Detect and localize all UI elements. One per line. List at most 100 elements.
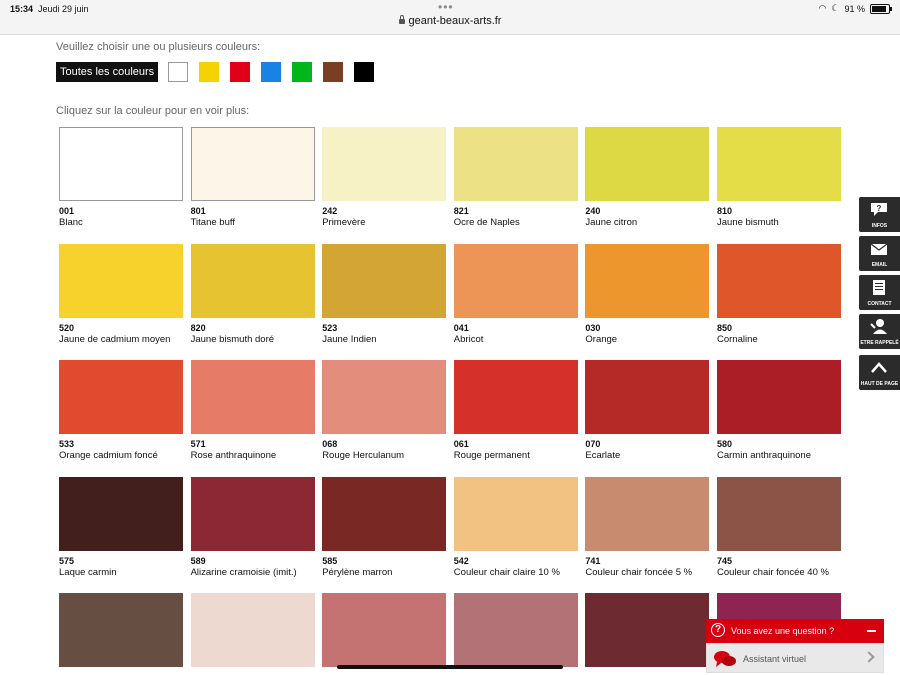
color-swatch-card[interactable] bbox=[585, 593, 710, 672]
color-swatch-card[interactable]: 580 Carmin anthraquinone bbox=[717, 360, 841, 462]
blue-filter-button[interactable] bbox=[261, 62, 282, 82]
swatch-color[interactable] bbox=[322, 360, 447, 435]
swatch-color[interactable] bbox=[322, 476, 447, 551]
color-swatch-card[interactable] bbox=[59, 593, 183, 672]
swatch-color[interactable] bbox=[190, 360, 315, 435]
swatch-color[interactable] bbox=[59, 360, 183, 435]
color-swatch-card[interactable]: 589 Alizarine cramoisie (imit.) bbox=[190, 476, 315, 579]
color-swatch-card[interactable] bbox=[322, 593, 447, 672]
swatch-color[interactable] bbox=[453, 127, 578, 201]
swatch-color[interactable] bbox=[322, 593, 447, 668]
color-swatch-card[interactable] bbox=[190, 593, 315, 672]
swatch-color[interactable] bbox=[190, 127, 315, 201]
swatch-name: Jaune bismuth bbox=[717, 217, 779, 228]
all-colors-button[interactable]: Toutes les couleurs bbox=[56, 62, 159, 82]
color-swatch-card[interactable]: 533 Orange cadmium foncé bbox=[59, 360, 183, 462]
date: Jeudi 29 juin bbox=[38, 4, 89, 14]
status-icons: ◠ ☾ 91 % bbox=[819, 3, 892, 14]
color-swatch-card[interactable]: 030 Orange bbox=[585, 243, 710, 346]
top-button[interactable]: HAUT DE PAGE bbox=[859, 355, 900, 390]
swatch-code: 820 bbox=[190, 322, 206, 333]
document-icon bbox=[869, 279, 889, 296]
swatch-name: Orange cadmium foncé bbox=[59, 450, 158, 462]
swatch-color[interactable] bbox=[585, 476, 710, 551]
lock-icon bbox=[398, 15, 405, 24]
swatch-color[interactable] bbox=[585, 593, 710, 668]
swatch-name: Alizarine cramoisie (imit.) bbox=[190, 566, 297, 578]
swatch-code: 533 bbox=[59, 439, 75, 450]
color-swatch-card[interactable]: 820 Jaune bismuth doré bbox=[190, 243, 315, 346]
swatch-name: Cornaline bbox=[717, 333, 758, 345]
green-filter-button[interactable] bbox=[292, 62, 313, 82]
swatch-color[interactable] bbox=[717, 360, 841, 435]
color-swatch-card[interactable]: 850 Cornaline bbox=[717, 243, 841, 346]
swatch-color[interactable] bbox=[717, 243, 841, 318]
swatch-color[interactable] bbox=[322, 127, 447, 201]
white-filter-button[interactable] bbox=[168, 62, 189, 82]
color-swatch-card[interactable]: 810 Jaune bismuth bbox=[717, 127, 841, 229]
swatch-code: 240 bbox=[585, 206, 601, 216]
swatch-name: Carmin anthraquinone bbox=[717, 450, 812, 462]
swatch-color[interactable] bbox=[59, 243, 183, 318]
color-swatch-card[interactable]: 741 Couleur chair foncée 5 % bbox=[585, 476, 710, 579]
swatch-code: 745 bbox=[717, 555, 733, 566]
color-swatch-card[interactable]: 242 Primevère bbox=[322, 127, 447, 229]
black-filter-button[interactable] bbox=[354, 62, 375, 82]
minimize-icon[interactable] bbox=[867, 630, 876, 632]
swatch-color[interactable] bbox=[453, 360, 578, 435]
swatch-color[interactable] bbox=[717, 476, 841, 551]
swatch-color[interactable] bbox=[453, 243, 578, 318]
swatch-name: Jaune citron bbox=[585, 217, 638, 228]
color-swatch-card[interactable]: 041 Abricot bbox=[453, 243, 578, 346]
swatch-color[interactable] bbox=[190, 476, 315, 551]
swatch-name: Jaune Indien bbox=[322, 333, 377, 345]
color-swatch-card[interactable]: 520 Jaune de cadmium moyen bbox=[59, 243, 183, 346]
color-swatch-card[interactable]: 585 Pérylène marron bbox=[322, 476, 447, 579]
virtual-assistant-button[interactable]: Assistant virtuel bbox=[706, 643, 884, 673]
contact-button[interactable]: CONTACT bbox=[859, 275, 900, 310]
swatch-color[interactable] bbox=[453, 593, 578, 668]
color-swatch-card[interactable]: 745 Couleur chair foncée 40 % bbox=[717, 476, 841, 579]
color-swatch-card[interactable]: 571 Rose anthraquinone bbox=[190, 360, 315, 462]
color-swatch-card[interactable]: 821 Ocre de Naples bbox=[453, 127, 578, 229]
swatch-color[interactable] bbox=[585, 360, 710, 435]
phone-person-icon bbox=[869, 318, 889, 335]
color-swatch-card[interactable]: 240 Jaune citron bbox=[585, 127, 710, 229]
color-swatch-card[interactable]: 575 Laque carmin bbox=[59, 476, 183, 579]
brown-filter-button[interactable] bbox=[323, 62, 344, 82]
swatch-code: 585 bbox=[322, 555, 338, 566]
color-swatch-card[interactable] bbox=[453, 593, 578, 672]
color-swatch-card[interactable]: 523 Jaune Indien bbox=[322, 243, 447, 346]
swatch-color[interactable] bbox=[59, 476, 183, 551]
swatch-color[interactable] bbox=[190, 243, 315, 318]
swatch-code: 821 bbox=[453, 206, 469, 216]
swatch-color[interactable] bbox=[59, 593, 183, 668]
swatch-color[interactable] bbox=[585, 127, 710, 201]
red-filter-button[interactable] bbox=[230, 62, 251, 82]
swatch-color[interactable] bbox=[453, 476, 578, 551]
color-swatch-card[interactable]: 061 Rouge permanent bbox=[453, 360, 578, 462]
color-swatch-card[interactable]: 070 Ecarlate bbox=[585, 360, 710, 462]
color-swatch-card[interactable]: 801 Titane buff bbox=[190, 127, 315, 229]
color-swatch-card[interactable]: 542 Couleur chair claire 10 % bbox=[453, 476, 578, 579]
color-swatch-card[interactable]: 001 Blanc bbox=[59, 127, 183, 229]
swatch-color[interactable] bbox=[717, 127, 841, 201]
swatch-code: 061 bbox=[453, 439, 469, 450]
swatch-name: Jaune de cadmium moyen bbox=[59, 333, 171, 345]
address-bar[interactable]: geant-beaux-arts.fr bbox=[0, 15, 900, 27]
more-dots-icon[interactable]: ••• bbox=[438, 0, 454, 14]
swatch-code: 068 bbox=[322, 439, 338, 450]
assistant-label: Assistant virtuel bbox=[743, 654, 807, 664]
color-swatch-card[interactable]: 068 Rouge Herculanum bbox=[322, 360, 447, 462]
callback-button[interactable]: ETRE RAPPELÉ bbox=[859, 314, 900, 349]
yellow-filter-button[interactable] bbox=[199, 62, 220, 82]
svg-text:?: ? bbox=[877, 204, 882, 213]
swatch-color[interactable] bbox=[585, 243, 710, 318]
swatch-color[interactable] bbox=[190, 593, 315, 668]
swatch-color[interactable] bbox=[59, 127, 183, 201]
chat-header[interactable]: ? Vous avez une question ? bbox=[706, 619, 884, 643]
swatch-color[interactable] bbox=[322, 243, 447, 318]
infos-button[interactable]: ? INFOS bbox=[859, 197, 900, 232]
email-button[interactable]: EMAIL bbox=[859, 236, 900, 271]
battery-icon bbox=[870, 3, 892, 14]
